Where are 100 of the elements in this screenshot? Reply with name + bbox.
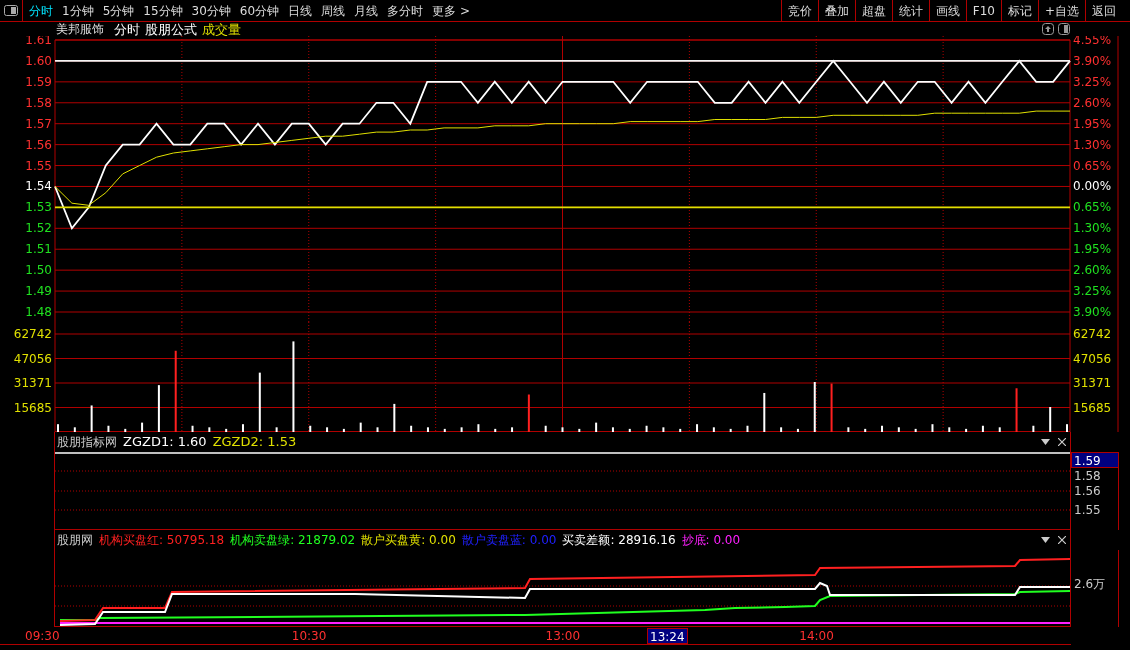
price-axis-label: 1.53 xyxy=(25,200,52,215)
percent-axis-label: 1.30% xyxy=(1073,221,1112,236)
volume-bar xyxy=(393,403,396,432)
dropdown-icon[interactable] xyxy=(1041,439,1050,445)
time-label: 14:00 xyxy=(799,628,834,644)
close-icon[interactable] xyxy=(1058,536,1066,544)
indicator-value: 散户卖盘蓝: 0.00 xyxy=(461,532,557,549)
timeframe-tab[interactable]: 15分钟 xyxy=(142,1,184,20)
timeframe-tab[interactable]: 分时 xyxy=(28,1,54,20)
volume-bar xyxy=(342,428,345,432)
volume-bar xyxy=(124,428,127,432)
volume-bar xyxy=(981,425,984,432)
volume-bar xyxy=(208,427,211,432)
panel-toggle-icon[interactable] xyxy=(1058,23,1070,35)
header-label: 股朋公式 xyxy=(145,22,197,36)
volume-bar xyxy=(1032,425,1035,432)
volume-bar xyxy=(998,427,1001,432)
volume-axis-label: 15685 xyxy=(13,400,52,415)
volume-axis-label: 62742 xyxy=(13,327,52,341)
price-axis-label: 1.54 xyxy=(25,179,52,194)
volume-bar xyxy=(746,425,749,432)
timeframe-tab[interactable]: 60分钟 xyxy=(238,1,281,20)
volume-bar xyxy=(696,424,699,432)
volume-bar xyxy=(309,425,312,432)
dropdown-icon[interactable] xyxy=(1041,537,1050,543)
timeframe-tab[interactable]: 多分时 xyxy=(386,1,425,20)
volume-bar xyxy=(679,428,682,432)
panel-toggle-icon[interactable] xyxy=(4,5,18,16)
timeframe-tab[interactable]: 更多 > xyxy=(431,1,471,20)
volume-bar xyxy=(965,428,968,432)
percent-axis-label: 3.90% xyxy=(1073,305,1112,319)
volume-bar xyxy=(813,382,816,432)
volume-bar xyxy=(611,427,614,432)
volume-bar xyxy=(628,428,631,432)
volume-bar xyxy=(662,427,665,432)
axis-label: 2.6万 xyxy=(1074,577,1106,591)
toolbar-button[interactable]: 超盘 xyxy=(854,0,892,21)
price-axis-label: 1.52 xyxy=(25,221,52,236)
volume-bar xyxy=(376,427,379,432)
volume-bar xyxy=(578,428,581,432)
timeframe-tab[interactable]: 30分钟 xyxy=(190,1,232,20)
time-label: 13:24 xyxy=(647,628,688,644)
volume-bar xyxy=(460,427,463,432)
timeframe-tab[interactable]: 1分钟 xyxy=(61,1,95,20)
volume-bar xyxy=(225,428,228,432)
percent-axis-label: 1.95% xyxy=(1073,116,1112,131)
toolbar-button[interactable]: 叠加 xyxy=(817,0,855,21)
axis-label: 1.55 xyxy=(1074,503,1101,517)
percent-axis-label: 2.60% xyxy=(1073,95,1112,110)
timeframe-tab[interactable]: 5分钟 xyxy=(101,1,136,20)
volume-bar xyxy=(864,428,867,432)
percent-axis-label: 1.95% xyxy=(1073,242,1112,257)
indicator-value: 抄底: 0.00 xyxy=(681,532,741,549)
price-axis-label: 1.49 xyxy=(25,284,52,299)
volume-bar xyxy=(645,425,648,432)
price-axis-label: 1.59 xyxy=(25,74,52,89)
toolbar-button[interactable]: 画线 xyxy=(928,0,966,21)
price-axis-label: 1.60 xyxy=(25,53,52,68)
header-label: 成交量 xyxy=(202,22,241,36)
indicator-value: 机构买盘红: 50795.18 xyxy=(99,532,225,549)
timeframe-tab[interactable]: 月线 xyxy=(353,1,380,20)
timeframe-tab[interactable]: 周线 xyxy=(320,1,347,20)
toolbar-button[interactable]: F10 xyxy=(965,0,1001,21)
toolbar-button[interactable]: 返回 xyxy=(1085,0,1122,21)
indicator-value: 散户买盘黄: 0.00 xyxy=(361,532,456,549)
volume-bar xyxy=(729,428,732,432)
indicator-value: ZGZD2: 1.53 xyxy=(212,433,297,452)
percent-axis-label: 0.65% xyxy=(1073,200,1112,215)
price-axis-label: 1.50 xyxy=(25,263,52,278)
volume-bar xyxy=(931,424,934,432)
volume-bar xyxy=(477,424,480,432)
header-label: 分时 xyxy=(114,22,140,36)
percent-axis-label: 3.25% xyxy=(1073,284,1112,299)
volume-bar xyxy=(494,428,497,432)
indicator-value: 机构卖盘绿: 21879.02 xyxy=(230,532,356,549)
close-icon[interactable] xyxy=(1058,438,1066,446)
percent-axis-label: 0.65% xyxy=(1073,158,1112,173)
volume-bar xyxy=(191,425,194,432)
volume-bar xyxy=(73,427,76,432)
axis-label: 1.56 xyxy=(1074,484,1101,498)
time-label: 13:00 xyxy=(545,628,581,644)
volume-bar xyxy=(544,425,547,432)
volume-axis-label: 31371 xyxy=(1073,376,1112,390)
volume-bar xyxy=(443,428,446,432)
toolbar-button[interactable]: +自选 xyxy=(1037,0,1085,21)
indicator-title: 股朋网 xyxy=(57,532,93,549)
axis-label: 1.58 xyxy=(1074,469,1101,483)
price-axis-label: 1.51 xyxy=(25,242,52,257)
price-axis-label: 1.57 xyxy=(25,116,52,131)
price-axis-label: 1.58 xyxy=(25,95,52,110)
toolbar-button[interactable]: 竞价 xyxy=(780,0,818,21)
indicator-value: 买卖差额: 28916.16 xyxy=(562,532,676,549)
percent-axis-label: 3.25% xyxy=(1073,74,1112,89)
upload-icon[interactable] xyxy=(1042,23,1054,35)
toolbar-button[interactable]: 统计 xyxy=(891,0,929,21)
toolbar-button[interactable]: 标记 xyxy=(1000,0,1038,21)
volume-axis-label: 31371 xyxy=(13,376,52,390)
percent-axis-label: 3.90% xyxy=(1073,53,1112,68)
volume-axis-label: 15685 xyxy=(1073,400,1112,415)
timeframe-tab[interactable]: 日线 xyxy=(287,1,314,20)
